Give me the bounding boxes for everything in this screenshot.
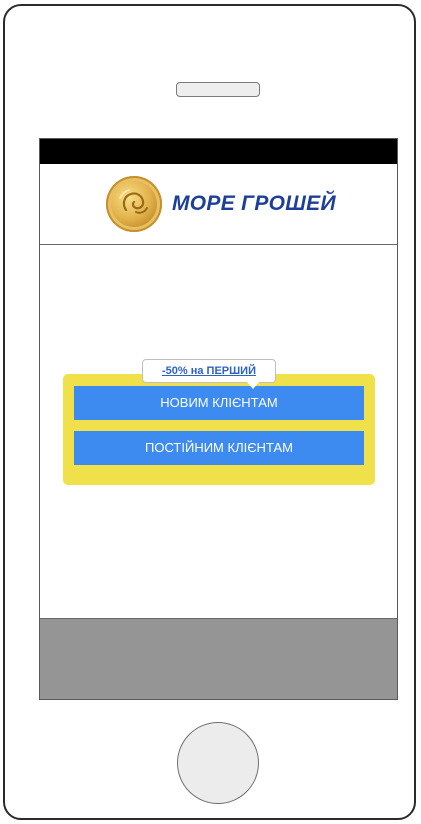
site-header: МОРЕ ГРОШЕЙ bbox=[40, 164, 397, 245]
discount-link[interactable]: -50% на ПЕРШИЙ bbox=[162, 365, 256, 377]
tooltip-arrow bbox=[247, 382, 259, 389]
site-logo[interactable]: МОРЕ ГРОШЕЙ bbox=[106, 174, 336, 234]
phone-speaker bbox=[176, 82, 260, 97]
status-bar bbox=[40, 139, 397, 164]
logo-text: МОРЕ ГРОШЕЙ bbox=[172, 192, 336, 215]
home-button[interactable] bbox=[177, 722, 259, 804]
phone-frame: МОРЕ ГРОШЕЙ НОВИМ КЛІЄНТАМ ПОСТІЙНИМ КЛІ… bbox=[3, 4, 416, 820]
new-clients-button[interactable]: НОВИМ КЛІЄНТАМ bbox=[74, 386, 364, 420]
main-content: НОВИМ КЛІЄНТАМ ПОСТІЙНИМ КЛІЄНТАМ -50% н… bbox=[40, 245, 397, 618]
promo-box: НОВИМ КЛІЄНТАМ ПОСТІЙНИМ КЛІЄНТАМ bbox=[63, 374, 375, 485]
discount-tooltip: -50% на ПЕРШИЙ bbox=[142, 359, 276, 389]
phone-screen: МОРЕ ГРОШЕЙ НОВИМ КЛІЄНТАМ ПОСТІЙНИМ КЛІ… bbox=[39, 138, 398, 700]
site-footer bbox=[40, 618, 397, 699]
gold-coin-icon bbox=[106, 176, 162, 232]
regular-clients-button[interactable]: ПОСТІЙНИМ КЛІЄНТАМ bbox=[74, 431, 364, 465]
